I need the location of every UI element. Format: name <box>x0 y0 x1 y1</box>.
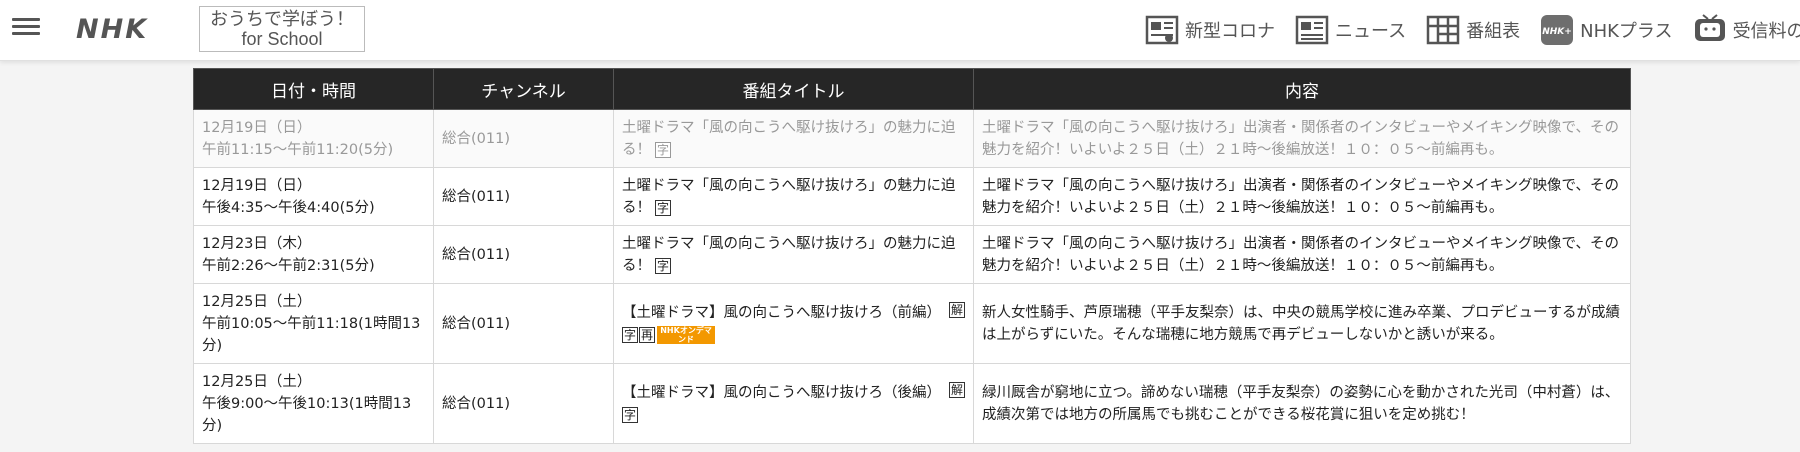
for-school-label-en: for School <box>241 29 323 49</box>
cell-title: 土曜ドラマ「風の向こうへ駆け抜けろ」の魅力に迫る！字 <box>613 109 974 168</box>
cell-title: 土曜ドラマ「風の向こうへ駆け抜けろ」の魅力に迫る！字 <box>613 225 974 284</box>
tv-icon <box>1694 14 1725 41</box>
cell-datetime: 12月25日（土） 午前10:05～午前11:18(1時間13分) <box>193 283 434 364</box>
for-school-label-jp: おうちで学ぼう！ <box>210 9 354 29</box>
nav-item-fee[interactable]: 受信料の窓口 <box>1693 14 1800 46</box>
cell-content: 土曜ドラマ「風の向こうへ駆け抜けろ」出演者・関係者のインタビューやメイキング映像… <box>973 167 1631 226</box>
table-row: 12月23日（木） 午前2:26～午前2:31(5分) 総合(011) 土曜ドラ… <box>193 225 1631 284</box>
cell-time: 午後9:00～午後10:13(1時間13分) <box>202 395 412 434</box>
nav-label-schedule: 番組表 <box>1466 21 1521 42</box>
nhk-logo[interactable]: NHK <box>76 14 148 45</box>
col-header-channel: チャンネル <box>433 68 614 110</box>
site-header: NHK おうちで学ぼう！ for School 新型コロナ ニュース 番組表 N… <box>0 0 1800 61</box>
cell-date: 12月19日（日） <box>202 119 312 136</box>
nhk-plus-icon: NHK+ <box>1541 15 1574 45</box>
nav-item-news[interactable]: ニュース <box>1295 14 1406 46</box>
cell-datetime: 12月19日（日） 午後4:35～午後4:40(5分) <box>193 167 434 226</box>
program-title-link[interactable]: 【土曜ドラマ】風の向こうへ駆け抜けろ（後編） <box>622 382 941 404</box>
cell-time: 午前2:26～午前2:31(5分) <box>202 257 375 274</box>
cell-content: 緑川厩舎が窮地に立つ。諦めない瑞穂（平手友梨奈）の姿勢に心を動かされた光司（中村… <box>973 363 1631 444</box>
col-header-content: 内容 <box>973 68 1631 110</box>
menu-icon[interactable] <box>12 14 40 42</box>
svg-text:NHK+: NHK+ <box>1542 27 1572 37</box>
nav-item-covid[interactable]: 新型コロナ <box>1145 14 1275 46</box>
cell-datetime: 12月23日（木） 午前2:26～午前2:31(5分) <box>193 225 434 284</box>
title-line: 【土曜ドラマ】風の向こうへ駆け抜けろ（前編） 解 <box>622 301 965 324</box>
commentary-badge: 解 <box>948 381 965 398</box>
cell-content: 新人女性騎手、芦原瑞穂（平手友梨奈）は、中央の競馬学校に進み卒業、プロデビューす… <box>973 283 1631 364</box>
subtitle-badge: 字 <box>622 406 639 423</box>
table-row: 12月25日（土） 午後9:00～午後10:13(1時間13分) 総合(011)… <box>193 363 1631 444</box>
cell-title: 【土曜ドラマ】風の向こうへ駆け抜けろ（後編） 解 字 <box>613 363 974 444</box>
nav-label-covid: 新型コロナ <box>1185 21 1275 42</box>
table-row: 12月19日（日） 午前11:15～午前11:20(5分) 総合(011) 土曜… <box>193 109 1631 168</box>
virus-news-icon <box>1145 15 1179 45</box>
header-nav: 新型コロナ ニュース 番組表 NHK+ NHKプラス 受信料の <box>1145 0 1800 60</box>
cell-date: 12月23日（木） <box>202 235 312 252</box>
cell-title: 土曜ドラマ「風の向こうへ駆け抜けろ」の魅力に迫る！字 <box>613 167 974 226</box>
commentary-badge: 解 <box>948 301 965 318</box>
cell-time: 午後4:35～午後4:40(5分) <box>202 199 375 216</box>
nav-label-fee: 受信料の窓口 <box>1732 21 1800 42</box>
badge-row: 字再 NHKオンデマンド <box>622 324 965 346</box>
grid-schedule-icon <box>1426 15 1460 45</box>
cell-datetime: 12月25日（土） 午後9:00～午後10:13(1時間13分) <box>193 363 434 444</box>
cell-date: 12月25日（土） <box>202 293 312 310</box>
cell-time: 午前11:15～午前11:20(5分) <box>202 141 394 158</box>
news-icon <box>1295 15 1329 45</box>
subtitle-badge: 字 <box>622 326 639 343</box>
nhk-ondemand-badge[interactable]: NHKオンデマンド <box>657 325 716 344</box>
table-row: 12月25日（土） 午前10:05～午前11:18(1時間13分) 総合(011… <box>193 283 1631 364</box>
badge-row: 字 <box>622 404 965 426</box>
subtitle-badge: 字 <box>655 257 672 274</box>
table-header-row: 日付・時間 チャンネル 番組タイトル 内容 <box>193 68 1631 110</box>
for-school-button[interactable]: おうちで学ぼう！ for School <box>199 6 365 52</box>
title-line: 【土曜ドラマ】風の向こうへ駆け抜けろ（後編） 解 <box>622 381 965 404</box>
cell-date: 12月25日（土） <box>202 373 312 390</box>
cell-channel: 総合(011) <box>433 167 614 226</box>
cell-channel: 総合(011) <box>433 363 614 444</box>
cell-channel: 総合(011) <box>433 109 614 168</box>
schedule-table-wrapper: 日付・時間 チャンネル 番組タイトル 内容 12月19日（日） 午前11:15～… <box>193 68 1631 444</box>
subtitle-badge: 字 <box>655 141 672 158</box>
col-header-title: 番組タイトル <box>613 68 974 110</box>
nav-label-nhk-plus: NHKプラス <box>1580 21 1673 42</box>
program-title-link[interactable]: 土曜ドラマ「風の向こうへ駆け抜けろ」の魅力に迫る！ <box>622 120 956 158</box>
nav-item-nhk-plus[interactable]: NHK+ NHKプラス <box>1540 14 1673 46</box>
rerun-badge: 再 <box>639 326 656 343</box>
program-title-link[interactable]: 土曜ドラマ「風の向こうへ駆け抜けろ」の魅力に迫る！ <box>622 236 956 274</box>
subtitle-badge: 字 <box>655 199 672 216</box>
cell-channel: 総合(011) <box>433 225 614 284</box>
col-header-datetime: 日付・時間 <box>193 68 434 110</box>
cell-time: 午前10:05～午前11:18(1時間13分) <box>202 315 421 354</box>
cell-date: 12月19日（日） <box>202 177 312 194</box>
cell-title: 【土曜ドラマ】風の向こうへ駆け抜けろ（前編） 解 字再 NHKオンデマンド <box>613 283 974 364</box>
cell-content: 土曜ドラマ「風の向こうへ駆け抜けろ」出演者・関係者のインタビューやメイキング映像… <box>973 109 1631 168</box>
cell-content: 土曜ドラマ「風の向こうへ駆け抜けろ」出演者・関係者のインタビューやメイキング映像… <box>973 225 1631 284</box>
table-row: 12月19日（日） 午後4:35～午後4:40(5分) 総合(011) 土曜ドラ… <box>193 167 1631 226</box>
program-title-link[interactable]: 土曜ドラマ「風の向こうへ駆け抜けろ」の魅力に迫る！ <box>622 178 956 216</box>
broadcast-schedule-table: 日付・時間 チャンネル 番組タイトル 内容 12月19日（日） 午前11:15～… <box>193 68 1631 444</box>
cell-datetime: 12月19日（日） 午前11:15～午前11:20(5分) <box>193 109 434 168</box>
nav-item-schedule[interactable]: 番組表 <box>1426 14 1520 46</box>
cell-channel: 総合(011) <box>433 283 614 364</box>
program-title-link[interactable]: 【土曜ドラマ】風の向こうへ駆け抜けろ（前編） <box>622 302 941 324</box>
nav-label-news: ニュース <box>1335 21 1407 42</box>
